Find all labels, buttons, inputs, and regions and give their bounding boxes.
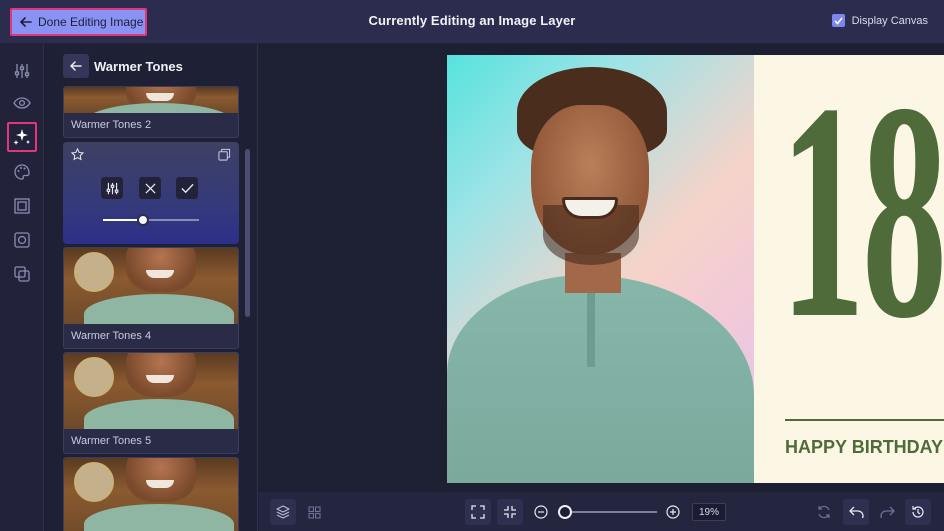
- filter-card[interactable]: Warmer Tones 4: [63, 247, 239, 349]
- display-canvas-label: Display Canvas: [851, 14, 928, 27]
- grid-icon[interactable]: [303, 501, 325, 523]
- panel-back-button[interactable]: [63, 54, 89, 78]
- display-canvas-checkbox[interactable]: [831, 14, 845, 27]
- history-icon: [912, 506, 924, 518]
- close-icon: [144, 182, 156, 194]
- zoom-slider-thumb[interactable]: [558, 505, 572, 519]
- zoom-in-icon[interactable]: [662, 501, 684, 523]
- zoom-value[interactable]: 19%: [692, 503, 726, 521]
- tool-rail: [0, 44, 44, 531]
- fit-screen-button[interactable]: [465, 499, 491, 525]
- filter-thumbnail: [64, 248, 238, 324]
- filter-remove-button[interactable]: [139, 177, 161, 199]
- divider: [785, 419, 944, 421]
- star-icon[interactable]: [71, 148, 84, 161]
- filter-adjust-button[interactable]: [101, 177, 123, 199]
- expand-icon: [471, 505, 485, 519]
- layers-stack-icon[interactable]: [8, 260, 36, 288]
- filter-label: Warmer Tones 2: [71, 119, 152, 131]
- filter-label: Warmer Tones 5: [71, 435, 152, 447]
- undo-button[interactable]: [843, 499, 869, 525]
- filter-thumbnail: [64, 458, 238, 531]
- bottom-toolbar: 19%: [259, 492, 944, 531]
- sparkle-effects-icon[interactable]: [7, 122, 37, 152]
- palette-icon[interactable]: [8, 158, 36, 186]
- filter-card[interactable]: [63, 457, 239, 531]
- filter-thumbnail: [64, 353, 238, 429]
- filter-thumbnail: [64, 87, 238, 113]
- shrink-button[interactable]: [497, 499, 523, 525]
- canvas-area: 18 HAPPY BIRTHDAY: [259, 44, 944, 492]
- filter-label: Warmer Tones 4: [71, 330, 152, 342]
- frame-icon[interactable]: [8, 192, 36, 220]
- layers-button[interactable]: [270, 499, 296, 525]
- age-number: 18: [780, 55, 944, 383]
- top-bar: Done Editing Image Currently Editing an …: [0, 0, 944, 44]
- intensity-slider[interactable]: [103, 214, 199, 226]
- zoom-slider[interactable]: [561, 511, 657, 513]
- eye-icon[interactable]: [8, 89, 36, 117]
- filter-panel: Warmer Tones Warmer Tones 2 Warmer Tones…: [45, 44, 258, 531]
- zoom-out-icon[interactable]: [530, 501, 552, 523]
- collapse-icon: [504, 506, 516, 518]
- redo-icon[interactable]: [876, 501, 898, 523]
- crop-icon[interactable]: [8, 226, 36, 254]
- history-button[interactable]: [905, 499, 931, 525]
- layers-icon: [276, 505, 290, 519]
- arrow-left-icon: [70, 61, 82, 71]
- display-canvas-toggle[interactable]: Display Canvas: [831, 14, 928, 27]
- design-card: 18 HAPPY BIRTHDAY: [754, 55, 944, 483]
- image-layer[interactable]: [447, 55, 754, 483]
- adjustments-icon[interactable]: [8, 57, 36, 85]
- rotate-icon[interactable]: [813, 501, 835, 523]
- panel-scrollbar[interactable]: [245, 149, 250, 317]
- adjustments-icon: [106, 182, 118, 194]
- filter-card[interactable]: Warmer Tones 2: [63, 86, 239, 138]
- panel-title: Warmer Tones: [94, 59, 183, 74]
- filter-apply-button[interactable]: [176, 177, 198, 199]
- intensity-slider-thumb[interactable]: [137, 214, 149, 226]
- card-headline: HAPPY BIRTHDAY: [785, 437, 944, 457]
- undo-icon: [848, 506, 864, 518]
- filter-card[interactable]: Warmer Tones 5: [63, 352, 239, 454]
- selected-filter-card[interactable]: [63, 142, 239, 244]
- duplicate-icon[interactable]: [218, 148, 231, 161]
- check-icon: [180, 183, 194, 193]
- page-title: Currently Editing an Image Layer: [368, 13, 576, 28]
